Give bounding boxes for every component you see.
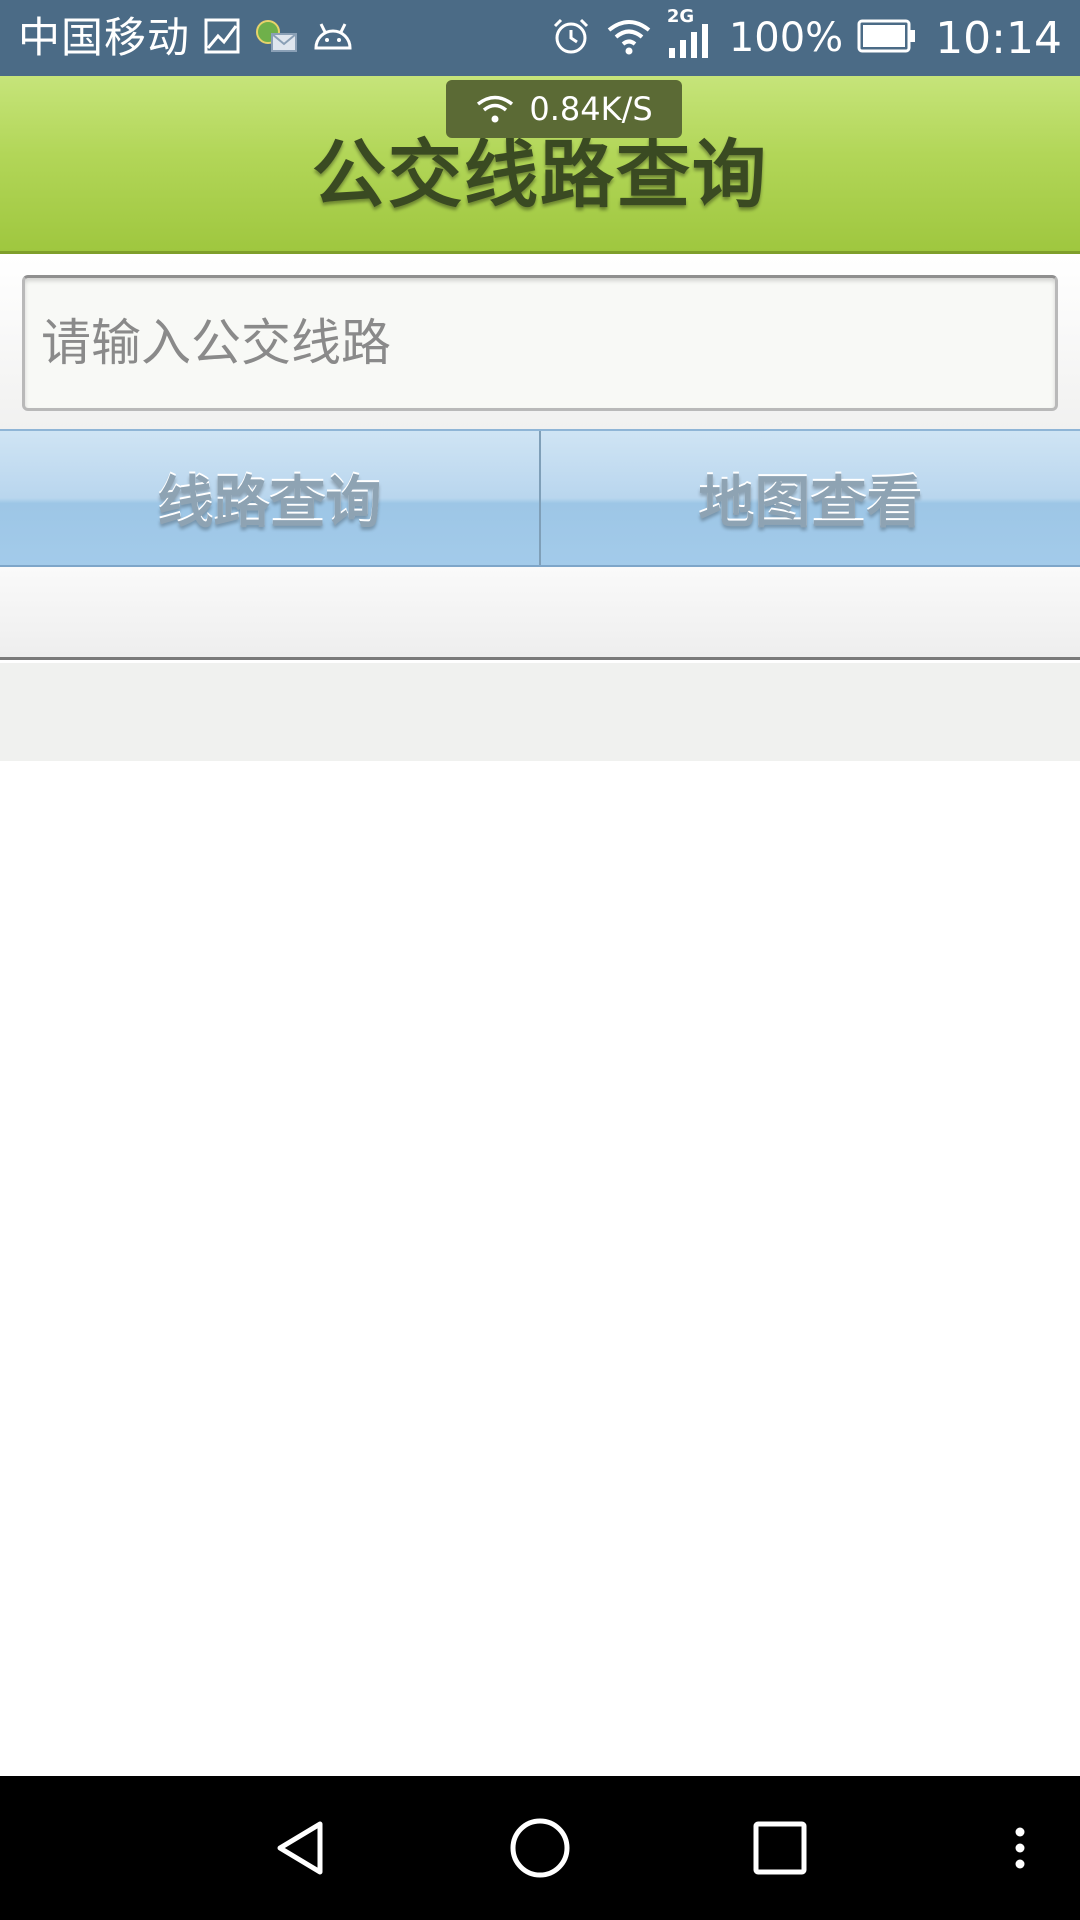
- more-button[interactable]: [990, 1776, 1050, 1920]
- route-query-button[interactable]: 线路查询: [0, 431, 539, 565]
- home-button[interactable]: [490, 1776, 590, 1920]
- network-speed-value: 0.84K/S: [529, 90, 653, 128]
- status-left: 中国移动: [18, 0, 354, 76]
- network-type-label: 2G: [666, 6, 695, 27]
- search-area: [0, 257, 1080, 429]
- back-icon: [277, 1821, 323, 1875]
- status-bar: 中国移动 2G 100% 10:14: [0, 0, 1080, 76]
- android-icon: [312, 20, 354, 56]
- map-view-label: 地图查看: [698, 470, 923, 536]
- back-button[interactable]: [250, 1776, 350, 1920]
- recents-icon: [753, 1821, 807, 1875]
- map-view-button[interactable]: 地图查看: [541, 431, 1080, 565]
- battery-icon: [857, 19, 917, 57]
- navigation-bar: [0, 1776, 1080, 1920]
- recents-button[interactable]: [730, 1776, 830, 1920]
- alarm-icon: [551, 16, 591, 60]
- action-button-row: 线路查询 地图查看: [0, 429, 1080, 567]
- clock: 10:14: [935, 12, 1062, 64]
- carrier-name: 中国移动: [18, 13, 191, 62]
- more-icon: [1015, 1827, 1025, 1869]
- image-icon: [204, 18, 240, 58]
- route-search-input[interactable]: [22, 275, 1058, 411]
- wifi-speed-icon: [477, 95, 514, 123]
- message-icon: [254, 18, 298, 58]
- result-panel: [0, 567, 1080, 660]
- home-icon: [510, 1818, 570, 1878]
- status-right: 2G 100% 10:14: [537, 0, 1062, 76]
- network-speed-overlay: 0.84K/S: [446, 80, 682, 138]
- battery-percent: 100%: [728, 15, 844, 61]
- route-query-label: 线路查询: [157, 470, 382, 536]
- wifi-icon: [605, 16, 653, 60]
- result-footer: [0, 663, 1080, 761]
- signal-icon: 2G: [667, 6, 711, 64]
